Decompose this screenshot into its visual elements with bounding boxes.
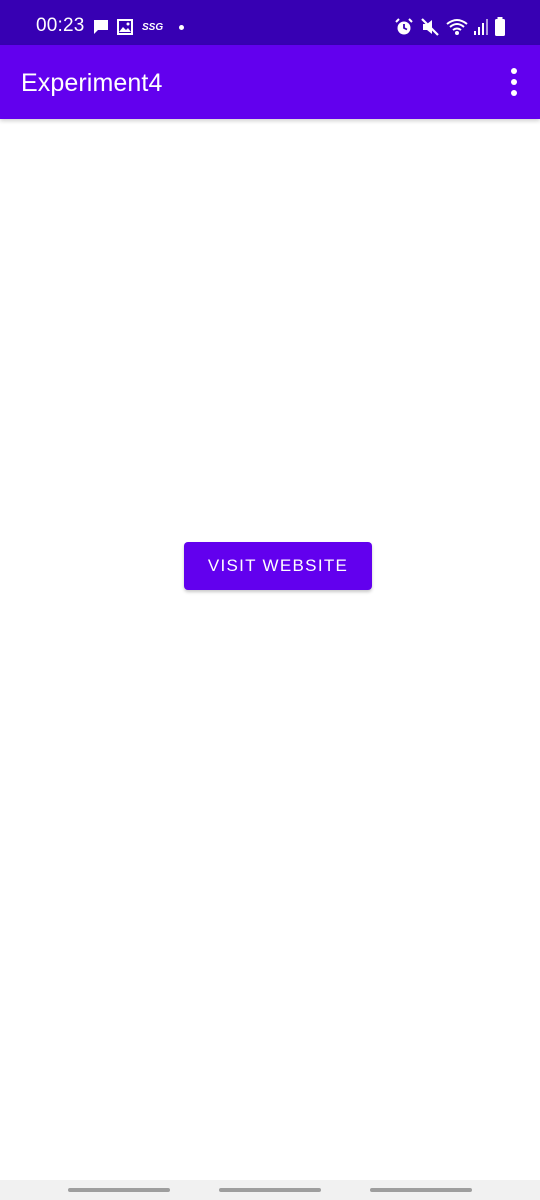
status-time: 00:23 <box>36 15 85 36</box>
nav-back-button[interactable] <box>370 1188 472 1192</box>
wifi-icon <box>446 17 468 37</box>
nav-home-button[interactable] <box>219 1188 321 1192</box>
status-right-icons <box>394 16 506 38</box>
alarm-icon <box>394 17 414 37</box>
mute-icon <box>420 17 440 37</box>
signal-icon <box>474 18 488 36</box>
screen: 00:23 SSG Experiment4 VISIT WEBSITE <box>0 0 540 1200</box>
more-vert-icon[interactable] <box>502 62 526 102</box>
overflow-dot <box>511 68 517 74</box>
overflow-dot <box>511 79 517 85</box>
image-icon <box>116 18 134 36</box>
nav-recents-button[interactable] <box>68 1188 170 1192</box>
overflow-dot <box>511 90 517 96</box>
navigation-bar <box>0 1180 540 1200</box>
message-icon <box>92 18 110 36</box>
status-left-icons: SSG <box>92 16 185 38</box>
battery-icon <box>494 17 506 37</box>
notification-dot-icon <box>179 24 185 30</box>
app-bar: Experiment4 <box>0 45 540 119</box>
visit-website-button[interactable]: VISIT WEBSITE <box>184 542 372 590</box>
status-bar: 00:23 SSG <box>0 0 540 45</box>
app-title: Experiment4 <box>21 69 163 97</box>
carrier-label: SSG <box>142 21 164 33</box>
